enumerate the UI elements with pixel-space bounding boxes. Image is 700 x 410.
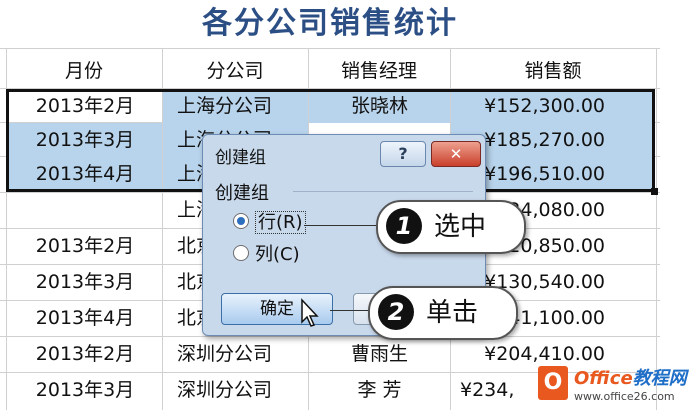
table-cell[interactable]: 曹雨生 (309, 337, 450, 371)
radio-selected-icon[interactable] (233, 213, 249, 229)
callout-text: 选中 (434, 212, 487, 242)
callout-select: 1 选中 (376, 200, 526, 254)
callout-leader (330, 310, 370, 311)
watermark-url: www.office26.com (574, 390, 675, 403)
callout-number: 1 (386, 208, 422, 244)
radio-columns-label: 列 (255, 244, 273, 265)
header-branch: 分公司 (206, 60, 264, 82)
fill-handle[interactable] (651, 188, 658, 195)
dialog-title: 创建组 (215, 148, 266, 168)
table-cell[interactable]: ¥152,300.00 (451, 89, 655, 123)
table-cell[interactable]: 2013年4月 (8, 301, 162, 335)
radio-rows-hotkey: (R) (276, 212, 303, 233)
radio-unselected-icon[interactable] (233, 245, 249, 261)
watermark-brand: Office教程网 (574, 368, 687, 389)
table-cell[interactable]: 深圳分公司 (163, 373, 308, 407)
table-cell[interactable]: 上海分公司 (163, 89, 308, 123)
table-cell[interactable]: 深圳分公司 (163, 337, 308, 371)
callout-number: 2 (378, 294, 414, 330)
table-cell[interactable]: ¥234, (460, 373, 540, 407)
radio-rows[interactable]: 行(R) (233, 209, 306, 237)
radio-rows-label: 行 (258, 212, 276, 233)
callout-click: 2 单击 (368, 286, 518, 340)
help-button[interactable]: ? (380, 141, 426, 167)
table-cell[interactable]: 张晓林 (309, 89, 450, 123)
radio-columns[interactable]: 列(C) (233, 241, 300, 269)
header-month: 月份 (64, 60, 103, 82)
table-cell[interactable]: 2013年2月 (8, 89, 162, 123)
table-cell[interactable]: 2013年2月 (8, 337, 162, 371)
radio-columns-hotkey: (C) (273, 244, 300, 265)
mouse-cursor-icon (301, 298, 319, 327)
office-logo-icon: O (538, 366, 568, 400)
table-cell[interactable]: 2013年2月 (8, 229, 162, 263)
watermark: O Office教程网 www.office26.com (538, 362, 700, 410)
table-cell[interactable]: 2013年4月 (8, 157, 162, 191)
header-sales: 销售额 (524, 60, 582, 82)
table-cell[interactable]: 2013年3月 (8, 373, 162, 407)
table-cell[interactable]: 2013年3月 (8, 123, 162, 157)
table-cell[interactable]: 李 芳 (309, 373, 450, 407)
close-button[interactable]: ✕ (431, 141, 481, 167)
table-cell[interactable]: 2013年3月 (8, 265, 162, 299)
group-divider (293, 191, 473, 192)
callout-text: 单击 (426, 298, 479, 328)
header-manager: 销售经理 (340, 60, 417, 82)
callout-leader (304, 225, 384, 226)
sheet-title: 各分公司销售统计 (202, 6, 458, 41)
group-label: 创建组 (215, 183, 269, 204)
